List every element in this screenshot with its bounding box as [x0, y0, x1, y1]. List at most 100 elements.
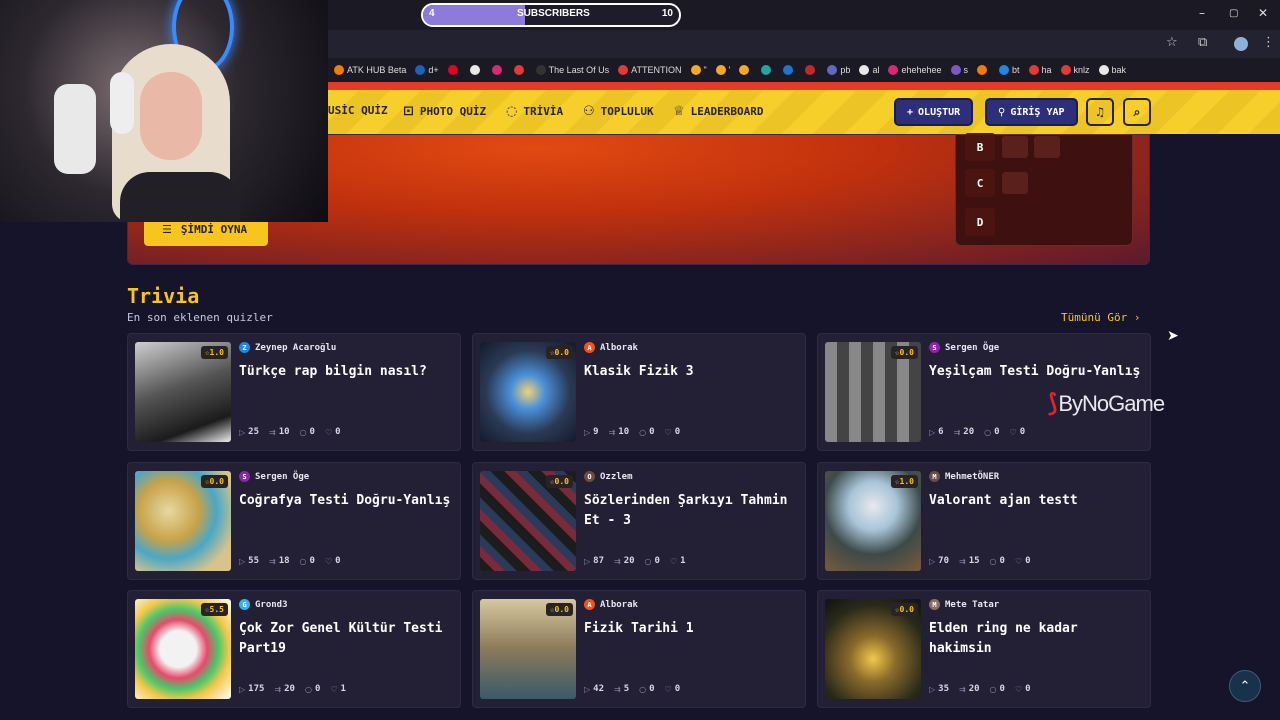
- questions-stat: ⇉ 20: [954, 427, 975, 437]
- question-list-icon: ⇉: [608, 427, 616, 437]
- nav-community[interactable]: ⚇ TOPLULUK: [583, 104, 654, 119]
- quiz-thumbnail: ☆0.0: [480, 342, 576, 442]
- close-button[interactable]: ✕: [1258, 6, 1268, 20]
- comments-stat: ○ 0: [639, 427, 654, 437]
- bookmark-label: ATTENTION: [631, 65, 682, 75]
- minimize-button[interactable]: –: [1199, 6, 1205, 20]
- rating-badge: ☆0.0: [545, 346, 573, 359]
- scroll-to-top-button[interactable]: ⌃: [1229, 670, 1261, 702]
- quiz-author[interactable]: Z Zeynep Acaroğlu: [239, 342, 336, 353]
- quiz-card[interactable]: ☆0.0 O Ozzlem Sözlerinden Şarkıyı Tahmin Et…: [472, 462, 806, 580]
- create-button[interactable]: + OLUŞTUR: [894, 98, 974, 126]
- quiz-author[interactable]: O Ozzlem: [584, 471, 633, 482]
- nav-trivia[interactable]: ◌ TRİVİA: [506, 104, 563, 119]
- bookmark-item[interactable]: [805, 65, 818, 75]
- quiz-card[interactable]: ☆5.5 G Grond3 Çok Zor Genel Kültür Testi Pa…: [127, 590, 461, 708]
- answer-letter: C: [976, 176, 984, 190]
- quiz-card[interactable]: ☆0.0 A Alborak Klasik Fizik 3 ▷ 9 ⇉ 10 ○ 0 ♡ 0: [472, 333, 806, 451]
- quiz-author[interactable]: S Sergen Öge: [929, 342, 999, 353]
- bookmark-favicon-icon: [334, 65, 344, 75]
- bookmark-star-icon[interactable]: ☆: [1166, 35, 1178, 50]
- nav-photo-quiz[interactable]: ⊡ PHOTO QUİZ: [403, 104, 486, 119]
- quiz-card[interactable]: ☆1.0 M MehmetÖNER Valorant ajan testt ▷ 70 ⇉ 15…: [817, 462, 1151, 580]
- plays-stat: ▷ 9: [584, 427, 599, 437]
- rating-badge: ☆1.0: [200, 346, 228, 359]
- bookmark-favicon-icon: [999, 65, 1009, 75]
- bookmark-item[interactable]: [469, 65, 483, 75]
- subscriber-goal-current: 4: [429, 8, 435, 19]
- author-avatar: M: [929, 599, 940, 610]
- comments-stat: ○ 0: [990, 684, 1005, 694]
- bookmark-item[interactable]: [513, 65, 527, 75]
- likes-stat: ♡ 0: [325, 556, 341, 566]
- bookmark-item[interactable]: pb: [827, 65, 850, 75]
- bookmark-item[interactable]: [491, 65, 505, 75]
- address-bar[interactable]: ☆ ⧉ ⋮: [328, 30, 1280, 58]
- quiz-stats: ▷ 87 ⇉ 20 ○ 0 ♡ 1: [584, 556, 686, 566]
- login-button[interactable]: ⚲ GİRİŞ YAP: [985, 98, 1078, 126]
- quiz-author[interactable]: S Sergen Öge: [239, 471, 309, 482]
- comments-stat: ○ 0: [300, 556, 315, 566]
- bookmark-item[interactable]: [977, 65, 990, 75]
- bookmark-favicon-icon: [805, 65, 816, 75]
- maximize-button[interactable]: ▢: [1229, 8, 1238, 19]
- bookmark-item[interactable]: knlz: [1060, 65, 1090, 75]
- quiz-author[interactable]: A Alborak: [584, 599, 638, 610]
- see-all-link[interactable]: Tümünü Gör ›: [1061, 311, 1140, 324]
- plays-stat: ▷ 175: [239, 684, 264, 694]
- headphones: [110, 72, 134, 134]
- nav-music-quiz-label: USİC QUİZ: [328, 104, 388, 117]
- questions-count: 10: [618, 427, 630, 437]
- quiz-card[interactable]: ☆1.0 Z Zeynep Acaroğlu Türkçe rap bilgin na…: [127, 333, 461, 451]
- bookmark-item[interactable]: d+: [415, 65, 439, 75]
- heart-icon: ♡: [1014, 556, 1023, 566]
- nav-music-quiz[interactable]: USİC QUİZ: [328, 104, 388, 117]
- heart-icon: ♡: [664, 427, 672, 437]
- quiz-card[interactable]: ☆0.0 M Mete Tatar Elden ring ne kadar hakim…: [817, 590, 1151, 708]
- bookmark-item[interactable]: [761, 65, 774, 75]
- author-avatar: A: [584, 342, 595, 353]
- quiz-thumbnail: ☆5.5: [135, 599, 231, 699]
- search-button[interactable]: ⌕: [1123, 98, 1151, 126]
- quiz-author[interactable]: M Mete Tatar: [929, 599, 999, 610]
- microphone: [54, 84, 96, 174]
- quiz-card[interactable]: ☆0.0 S Sergen Öge Coğrafya Testi Doğru-Yanl…: [127, 462, 461, 580]
- notifications-button[interactable]: ♫: [1086, 98, 1114, 126]
- quiz-title: Fizik Tarihi 1: [584, 621, 694, 636]
- bookmark-item[interactable]: bt: [999, 65, 1020, 75]
- browser-menu-icon[interactable]: ⋮: [1262, 35, 1275, 50]
- bookmark-item[interactable]: ATTENTION: [618, 65, 682, 75]
- bookmark-item[interactable]: s: [950, 65, 968, 75]
- bookmark-item[interactable]: ha: [1028, 65, 1052, 75]
- profile-avatar[interactable]: [1234, 37, 1248, 51]
- rating-value: 0.0: [209, 477, 224, 486]
- subscriber-goal-label: SUBSCRIBERS: [517, 8, 590, 19]
- extensions-icon[interactable]: ⧉: [1198, 35, 1207, 50]
- quiz-author[interactable]: M MehmetÖNER: [929, 471, 999, 482]
- bookmark-favicon-icon: [1060, 65, 1071, 75]
- quiz-author[interactable]: A Alborak: [584, 342, 638, 353]
- bookmark-item[interactable]: ": [690, 65, 707, 75]
- bell-icon: ♫: [1094, 105, 1106, 119]
- nav-leaderboard[interactable]: ♕ LEADERBOARD: [673, 104, 764, 119]
- heart-icon: ♡: [1009, 427, 1017, 437]
- bookmark-item[interactable]: ehehehee: [888, 65, 942, 75]
- bookmark-item[interactable]: [783, 65, 796, 75]
- bookmark-item[interactable]: al: [859, 65, 879, 75]
- questions-count: 10: [278, 427, 290, 437]
- quiz-card[interactable]: ☆0.0 A Alborak Fizik Tarihi 1 ▷ 42 ⇉ 5 ○ 0 ♡ 0: [472, 590, 806, 708]
- comments-stat: ○ 0: [305, 684, 320, 694]
- webcam-overlay: [0, 0, 328, 222]
- author-avatar: O: [584, 471, 595, 482]
- bookmark-item[interactable]: [447, 65, 461, 75]
- bookmark-item[interactable]: [739, 65, 752, 75]
- author-avatar: S: [239, 471, 250, 482]
- quiz-author[interactable]: G Grond3: [239, 599, 288, 610]
- bookmark-item[interactable]: ATK HUB Beta: [334, 65, 406, 75]
- bookmark-item[interactable]: ': [715, 65, 730, 75]
- rating-value: 0.0: [899, 605, 914, 614]
- bookmark-item[interactable]: The Last Of Us: [535, 65, 609, 75]
- bookmark-item[interactable]: bak: [1098, 65, 1126, 75]
- answer-letter: B: [976, 140, 984, 154]
- quiz-stats: ▷ 175 ⇉ 20 ○ 0 ♡ 1: [239, 684, 346, 694]
